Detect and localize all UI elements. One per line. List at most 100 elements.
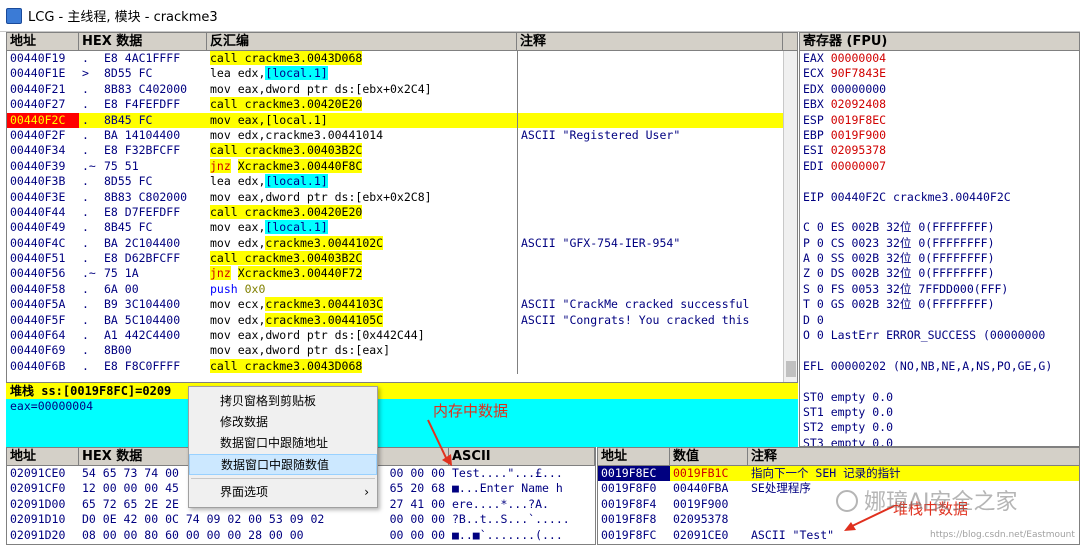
dump-row[interactable]: 02091D20 08 00 00 80 60 00 00 00 28 00 00… (7, 528, 595, 543)
stack-col-comment[interactable]: 注释 (748, 448, 1079, 465)
dump-ascii[interactable]: ere....*...?A. (449, 497, 595, 512)
register-value[interactable]: 00000007 (831, 159, 886, 173)
disasm-instruction[interactable]: mov ecx,crackme3.0044103C (207, 297, 517, 312)
disasm-instruction[interactable]: mov eax,[local.1] (207, 220, 517, 235)
disasm-address[interactable]: 00440F34 (7, 143, 79, 158)
disasm-row[interactable]: 00440F3B. 8D55 FC lea edx,[local.1] (7, 174, 797, 190)
dump-ascii[interactable]: ?B..t..S...`..... (449, 512, 595, 527)
stack-address[interactable]: 0019F8F0 (598, 481, 670, 496)
disasm-address[interactable]: 00440F56 (7, 266, 79, 281)
menu-interface-options[interactable]: 界面选项 › (189, 482, 377, 503)
disasm-row[interactable]: 00440F44. E8 D7FEFDFF call crackme3.00420E… (7, 204, 797, 221)
register-row[interactable]: EBP 0019F900 (800, 128, 1079, 143)
menu-follow-address[interactable]: 数据窗口中跟随地址 (189, 433, 377, 454)
disasm-row[interactable]: 00440F39 .~ 75 51 jnz Xcrackme3.00440F8C (7, 158, 797, 175)
stack-value[interactable]: 0019FB1C (670, 466, 748, 481)
register-value[interactable]: 0019F8EC (831, 113, 886, 127)
disassembly-pane[interactable]: 地址 HEX 数据 反汇编 注释 00440F19. E8 4AC1FFFF cal… (6, 32, 798, 383)
register-value[interactable]: 0019F900 (831, 128, 886, 142)
dump-address[interactable]: 02091D10 (7, 512, 79, 527)
disasm-address[interactable]: 00440F44 (7, 205, 79, 220)
register-row[interactable]: EBX 02092408 (800, 97, 1079, 112)
col-comment[interactable]: 注释 (517, 33, 783, 50)
disasm-address[interactable]: 00440F5A (7, 297, 79, 312)
dump-hex[interactable]: 08 00 00 80 60 00 00 00 28 00 00 (79, 528, 329, 543)
menu-follow-value[interactable]: 数据窗口中跟随数值 (189, 454, 377, 475)
disasm-instruction[interactable]: mov edx,crackme3.00441014 (207, 128, 517, 143)
disasm-row[interactable]: 00440F2F. BA 14104400 mov edx,crackme3.004… (7, 127, 797, 144)
stack-address[interactable]: 0019F8F4 (598, 497, 670, 512)
disasm-instruction[interactable]: mov eax,[local.1] (207, 113, 517, 128)
disasm-instruction[interactable]: jnz Xcrackme3.00440F72 (207, 266, 517, 281)
dump-ascii[interactable]: ■..■`.......(... (449, 528, 595, 543)
dump-address[interactable]: 02091D20 (7, 528, 79, 543)
disasm-row[interactable]: 00440F5A. B9 3C104400 mov ecx,crackme3.004… (7, 297, 797, 313)
disasm-row[interactable]: 00440F69. 8B00 mov eax,dword ptr ds:[eax] (7, 343, 797, 359)
disasm-instruction[interactable]: call crackme3.00420E20 (207, 204, 517, 220)
register-value[interactable]: 00000000 (831, 82, 886, 96)
flag-row[interactable]: P 0 CS 0023 32位 0(FFFFFFFF) (800, 236, 1079, 251)
disasm-address[interactable]: 00440F69 (7, 343, 79, 358)
disasm-row[interactable]: 00440F49. 8B45 FC mov eax,[local.1] (7, 220, 797, 236)
dump-hex-tail[interactable]: 00 00 00 (329, 528, 449, 543)
dump-col-ascii[interactable]: ASCII (449, 448, 595, 465)
stack-value[interactable]: 02091CE0 (670, 528, 748, 543)
disasm-row[interactable]: 00440F58. 6A 00 push 0x0 (7, 281, 797, 298)
disasm-row[interactable]: 00440F19. E8 4AC1FFFF call crackme3.0043D0… (7, 51, 797, 67)
flag-row[interactable]: A 0 SS 002B 32位 0(FFFFFFFF) (800, 251, 1079, 266)
disasm-instruction[interactable]: lea edx,[local.1] (207, 66, 517, 81)
register-value[interactable]: 00000004 (831, 51, 886, 65)
flag-row[interactable]: O 0 LastErr ERROR_SUCCESS (00000000 (800, 328, 1079, 343)
disasm-instruction[interactable]: call crackme3.0043D068 (207, 358, 517, 374)
disasm-address[interactable]: 00440F39 (7, 159, 79, 174)
disasm-address[interactable]: 00440F5F (7, 313, 79, 328)
disassembly-rows[interactable]: 00440F19. E8 4AC1FFFF call crackme3.0043D0… (7, 51, 797, 375)
col-address[interactable]: 地址 (7, 33, 79, 50)
stack-row[interactable]: 0019F8EC 0019FB1C 指向下一个 SEH 记录的指针 (598, 466, 1079, 482)
disasm-address[interactable]: 00440F51 (7, 251, 79, 266)
stack-col-address[interactable]: 地址 (598, 448, 670, 465)
disasm-row[interactable]: 00440F27. E8 F4FEFDFF call crackme3.00420E… (7, 97, 797, 113)
fpu-row[interactable]: ST2 empty 0.0 (800, 420, 1079, 435)
stack-address[interactable]: 0019F8EC (598, 466, 670, 482)
stack-col-value[interactable]: 数值 (670, 448, 748, 465)
disasm-instruction[interactable]: mov eax,dword ptr ds:[0x442C44] (207, 328, 517, 343)
disasm-instruction[interactable]: mov eax,dword ptr ds:[ebx+0x2C8] (207, 190, 517, 205)
disasm-instruction[interactable]: mov eax,dword ptr ds:[eax] (207, 343, 517, 358)
flag-row[interactable]: D 0 (800, 313, 1079, 328)
flag-row[interactable]: S 0 FS 0053 32位 7FFDD000(FFF) (800, 282, 1079, 297)
register-row[interactable]: EAX 00000004 (800, 51, 1079, 66)
dump-ascii[interactable]: Test...."...£... (449, 466, 595, 481)
disasm-row[interactable]: 00440F4C. BA 2C104400 mov edx,crackme3.004… (7, 235, 797, 252)
col-hex[interactable]: HEX 数据 (79, 33, 207, 50)
flag-row[interactable]: C 0 ES 002B 32位 0(FFFFFFFF) (800, 220, 1079, 235)
register-value[interactable]: 02095378 (831, 143, 886, 157)
dump-address[interactable]: 02091D00 (7, 497, 79, 512)
register-value[interactable]: 02092408 (831, 97, 886, 111)
register-row[interactable]: EDI 00000007 (800, 159, 1079, 174)
dump-col-address[interactable]: 地址 (7, 448, 79, 465)
register-value[interactable]: 90F7843E (831, 66, 886, 80)
menu-modify-data[interactable]: 修改数据 (189, 412, 377, 433)
disasm-address[interactable]: 00440F27 (7, 97, 79, 112)
disasm-instruction[interactable]: mov edx,crackme3.0044102C (207, 235, 517, 251)
flag-row[interactable]: T 0 GS 002B 32位 0(FFFFFFFF) (800, 297, 1079, 312)
disasm-address[interactable]: 00440F19 (7, 51, 79, 66)
disasm-address[interactable]: 00440F1E (7, 66, 79, 81)
disasm-row[interactable]: 00440F34. E8 F32BFCFF call crackme3.00403B… (7, 143, 797, 159)
disasm-row[interactable]: 00440F21. 8B83 C402000 mov eax,dword ptr d… (7, 81, 797, 98)
stack-address[interactable]: 0019F8FC (598, 528, 670, 543)
register-row[interactable]: ECX 90F7843E (800, 66, 1079, 81)
disasm-row[interactable]: 00440F56 .~ 75 1A jnz Xcrackme3.00440F72 (7, 266, 797, 282)
fpu-row[interactable]: ST3 empty 0.0 (800, 436, 1079, 446)
stack-value[interactable]: 02095378 (670, 512, 748, 527)
stack-value[interactable]: 00440FBA (670, 481, 748, 496)
flag-row[interactable]: Z 0 DS 002B 32位 0(FFFFFFFF) (800, 266, 1079, 281)
register-eip[interactable]: EIP 00440F2C crackme3.00440F2C (800, 190, 1079, 205)
disassembly-scrollbar[interactable] (783, 51, 797, 382)
disasm-row[interactable]: 00440F64. A1 442C4400 mov eax,dword ptr ds… (7, 328, 797, 344)
register-row[interactable]: ESP 0019F8EC (800, 113, 1079, 128)
disasm-row[interactable]: 00440F3E. 8B83 C802000 mov eax,dword ptr d… (7, 189, 797, 205)
disasm-row[interactable]: 00440F6B. E8 F8C0FFFF call crackme3.0043D0… (7, 358, 797, 375)
disasm-instruction[interactable]: mov edx,crackme3.0044105C (207, 312, 517, 328)
